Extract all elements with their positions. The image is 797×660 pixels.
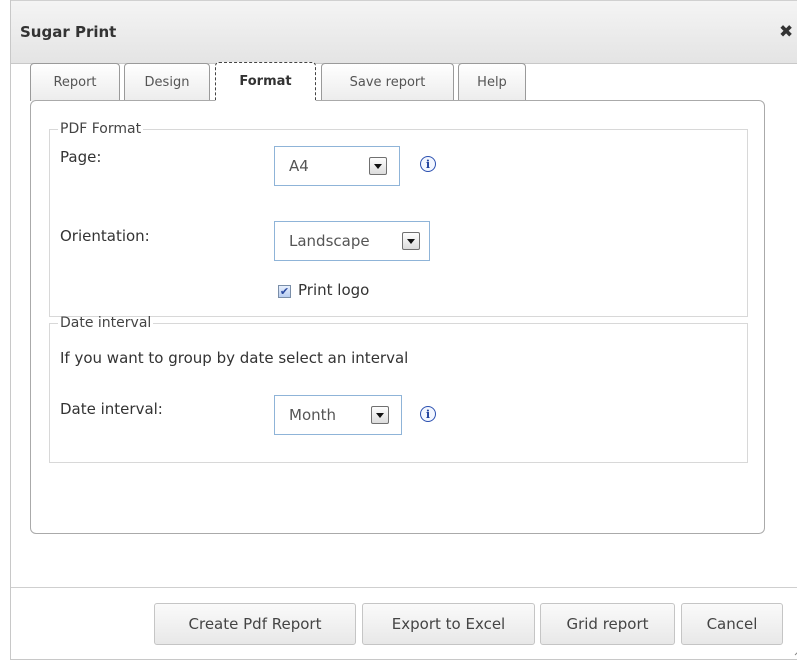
info-icon[interactable]: i bbox=[420, 406, 436, 422]
pdf-format-legend: PDF Format bbox=[60, 121, 142, 137]
print-logo-checkbox[interactable]: ✔ bbox=[278, 285, 291, 298]
orientation-select-value: Landscape bbox=[289, 232, 370, 250]
button-label: Create Pdf Report bbox=[188, 615, 322, 633]
tab-label: Design bbox=[144, 75, 190, 90]
tab-label: Save report bbox=[349, 75, 426, 90]
dialog-titlebar[interactable]: Sugar Print ✖ bbox=[11, 0, 797, 64]
tab-label: Format bbox=[239, 74, 292, 89]
button-label: Cancel bbox=[706, 615, 758, 633]
tab-save-report[interactable]: Save report bbox=[321, 63, 454, 101]
date-interval-label: Date interval: bbox=[60, 400, 163, 418]
page-select[interactable]: A4 bbox=[274, 146, 400, 186]
tab-help[interactable]: Help bbox=[458, 63, 526, 101]
page-label: Page: bbox=[60, 148, 102, 166]
chevron-down-icon[interactable] bbox=[369, 157, 387, 175]
tab-format[interactable]: Format bbox=[215, 62, 316, 101]
print-logo-label: Print logo bbox=[298, 281, 370, 299]
button-label: Export to Excel bbox=[391, 615, 506, 633]
date-interval-select[interactable]: Month bbox=[274, 395, 402, 435]
tab-label: Report bbox=[53, 75, 97, 90]
button-label: Grid report bbox=[566, 615, 649, 633]
orientation-select[interactable]: Landscape bbox=[274, 221, 430, 261]
page-select-value: A4 bbox=[289, 157, 309, 175]
tab-report[interactable]: Report bbox=[30, 63, 120, 101]
info-icon[interactable]: i bbox=[420, 156, 436, 172]
tab-label: Help bbox=[477, 75, 507, 90]
orientation-label: Orientation: bbox=[60, 227, 150, 245]
cancel-button[interactable]: Cancel bbox=[681, 603, 783, 645]
date-interval-select-value: Month bbox=[289, 406, 337, 424]
date-interval-hint: If you want to group by date select an i… bbox=[60, 349, 409, 367]
date-interval-group: Date interval bbox=[49, 315, 748, 463]
export-to-excel-button[interactable]: Export to Excel bbox=[362, 603, 535, 645]
sugar-print-dialog: Sugar Print ✖ Report Design Format Save … bbox=[10, 0, 797, 660]
close-icon[interactable]: ✖ bbox=[779, 22, 793, 42]
grid-report-button[interactable]: Grid report bbox=[540, 603, 675, 645]
create-pdf-report-button[interactable]: Create Pdf Report bbox=[154, 603, 356, 645]
dialog-title: Sugar Print bbox=[20, 23, 117, 41]
format-tab-panel: PDF Format Page: A4 i Orientation: Lands… bbox=[30, 100, 765, 534]
date-interval-legend: Date interval bbox=[60, 315, 152, 331]
footer-divider bbox=[11, 587, 797, 588]
chevron-down-icon[interactable] bbox=[402, 232, 420, 250]
chevron-down-icon[interactable] bbox=[371, 406, 389, 424]
tab-design[interactable]: Design bbox=[124, 63, 210, 101]
